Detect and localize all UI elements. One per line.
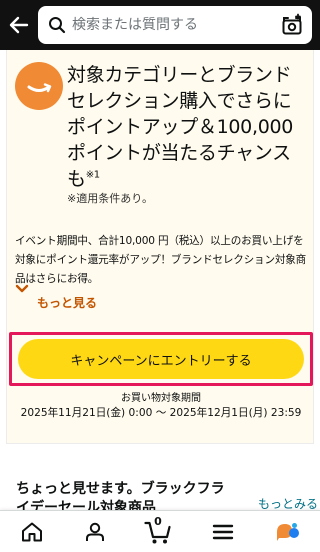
nav-cart[interactable]: 0 (143, 515, 173, 547)
show-more-toggle[interactable]: もっと見る (15, 282, 165, 322)
home-icon (22, 522, 42, 542)
search-box[interactable] (38, 6, 312, 44)
top-bar (0, 0, 320, 50)
conditions-note: ※適用条件あり。 (67, 192, 153, 205)
campaign-description: イベント期間中、合計10,000 円（税込）以上のお買い上げを対象にポイント還元… (15, 235, 307, 285)
campaign-entry-button[interactable]: キャンペーンにエントリーする (18, 339, 304, 379)
campaign-title: 対象カテゴリーとブランドセレクション購入でさらに ポイントアップ＆100,000… (67, 64, 294, 190)
camera-scan-icon[interactable] (280, 13, 304, 37)
chevron-down-icon (15, 284, 29, 293)
amazon-logo (15, 62, 63, 110)
nav-menu[interactable] (208, 517, 238, 547)
show-more-label: もっと見る (37, 296, 98, 310)
nav-account[interactable] (80, 517, 110, 547)
account-icon (86, 522, 104, 541)
menu-icon (212, 524, 234, 540)
title-footnote-mark: ※1 (85, 169, 100, 181)
search-icon (49, 17, 66, 34)
search-input[interactable] (72, 6, 272, 44)
nav-home[interactable] (17, 517, 47, 547)
back-button[interactable] (6, 10, 32, 40)
nav-rufus[interactable] (272, 517, 302, 547)
rufus-chat-icon (277, 523, 299, 541)
campaign-card: 対象カテゴリーとブランドセレクション購入でさらに ポイントアップ＆100,000… (6, 50, 314, 444)
bottom-nav: 0 (0, 510, 320, 552)
entry-highlight-frame: キャンペーンにエントリーする (9, 332, 313, 386)
cart-count-badge: 0 (154, 515, 162, 528)
period-value: 2025年11月21日(金) 0:00 〜 2025年12月1日(月) 23:5… (20, 407, 302, 419)
period-label: お買い物対象期間 (121, 393, 201, 404)
back-arrow-icon (9, 16, 29, 34)
